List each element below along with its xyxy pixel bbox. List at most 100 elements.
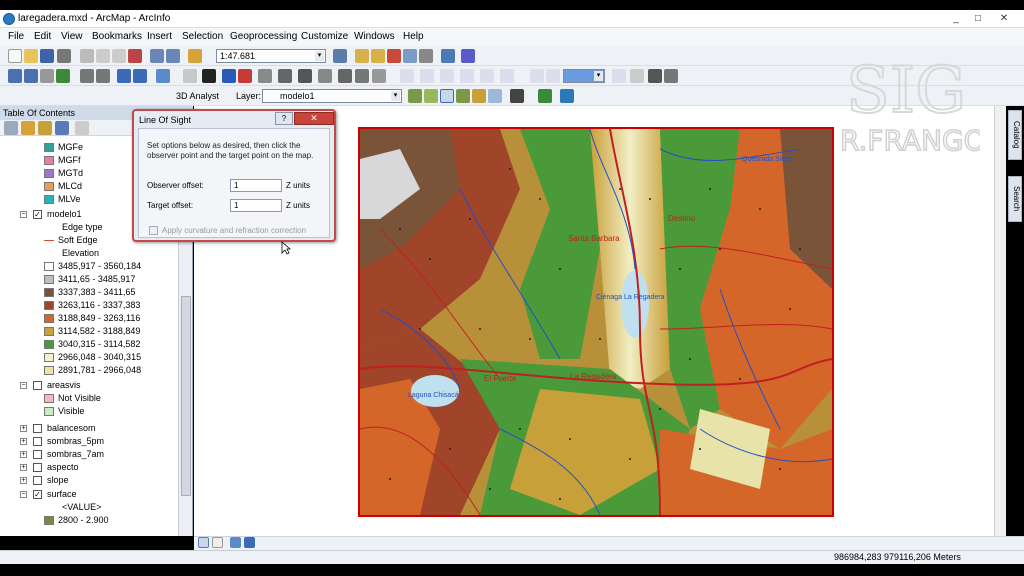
- observer-offset-input[interactable]: 1: [230, 179, 282, 192]
- layer-visibility-checkbox[interactable]: [33, 424, 42, 433]
- layout-view-icon[interactable]: [212, 537, 223, 548]
- layer-surface[interactable]: − ✓ surface: [0, 488, 178, 501]
- time-slider-icon[interactable]: [355, 69, 369, 83]
- list-by-visibility-icon[interactable]: [38, 121, 52, 135]
- interpolate-polygon-icon[interactable]: [488, 89, 502, 103]
- dialog-help-button[interactable]: ?: [275, 112, 293, 125]
- menu-view[interactable]: View: [61, 31, 83, 42]
- list-by-selection-icon[interactable]: [55, 121, 69, 135]
- find-icon[interactable]: [298, 69, 312, 83]
- minimize-button[interactable]: _: [946, 12, 966, 26]
- catalog-tab[interactable]: Catalog: [1008, 110, 1022, 160]
- layout-tool-icon[interactable]: [648, 69, 662, 83]
- forward-icon[interactable]: [133, 69, 147, 83]
- expand-toggle[interactable]: +: [20, 464, 27, 471]
- line-of-sight-icon[interactable]: [440, 89, 454, 103]
- select-features-icon[interactable]: [156, 69, 170, 83]
- open-folder-icon[interactable]: [24, 49, 38, 63]
- menu-file[interactable]: File: [8, 31, 24, 42]
- map-data-frame[interactable]: Santa Barbara Destino Quebrada Siete Cié…: [358, 127, 834, 517]
- layer-visibility-checkbox[interactable]: [33, 437, 42, 446]
- layer-combo[interactable]: modelo1 ▾: [262, 89, 402, 103]
- maximize-button[interactable]: □: [968, 12, 988, 26]
- cut-icon[interactable]: [80, 49, 94, 63]
- layer-visibility-checkbox[interactable]: ✓: [33, 210, 42, 219]
- layout-tool-icon[interactable]: [480, 69, 494, 83]
- layer-sombras-5pm[interactable]: + sombras_5pm: [0, 435, 178, 448]
- save-icon[interactable]: [40, 49, 54, 63]
- layout-tool-icon[interactable]: [630, 69, 644, 83]
- data-view-icon[interactable]: [198, 537, 209, 548]
- layout-tool-icon[interactable]: [440, 69, 454, 83]
- list-by-source-icon[interactable]: [21, 121, 35, 135]
- menu-customize[interactable]: Customize: [301, 31, 348, 42]
- zoom-out-icon[interactable]: [24, 69, 38, 83]
- select-elements-icon[interactable]: [202, 69, 216, 83]
- copy-icon[interactable]: [96, 49, 110, 63]
- html-popup-icon[interactable]: [258, 69, 272, 83]
- arctoolbox-icon[interactable]: [441, 49, 455, 63]
- menu-edit[interactable]: Edit: [34, 31, 51, 42]
- fixed-zoom-in-icon[interactable]: [80, 69, 94, 83]
- interpolate-point-icon[interactable]: [456, 89, 470, 103]
- catalog-icon[interactable]: [371, 49, 385, 63]
- contour-icon[interactable]: [408, 89, 422, 103]
- table-icon[interactable]: [355, 49, 369, 63]
- expand-toggle[interactable]: +: [20, 451, 27, 458]
- menu-insert[interactable]: Insert: [147, 31, 172, 42]
- clear-selection-icon[interactable]: [183, 69, 197, 83]
- menu-windows[interactable]: Windows: [354, 31, 395, 42]
- add-data-icon[interactable]: [188, 49, 202, 63]
- interpolate-line-icon[interactable]: [472, 89, 486, 103]
- print-icon[interactable]: [57, 49, 71, 63]
- layout-tool-icon[interactable]: [530, 69, 544, 83]
- scrollbar-thumb[interactable]: [181, 296, 191, 496]
- full-extent-icon[interactable]: [56, 69, 70, 83]
- layer-areasvis[interactable]: − areasvis: [0, 379, 178, 392]
- toolbox-icon[interactable]: [387, 49, 401, 63]
- expand-toggle[interactable]: +: [20, 425, 27, 432]
- layer-slope[interactable]: + slope: [0, 474, 178, 487]
- expand-toggle[interactable]: +: [20, 438, 27, 445]
- python-icon[interactable]: [403, 49, 417, 63]
- back-icon[interactable]: [117, 69, 131, 83]
- arcscene-icon[interactable]: [538, 89, 552, 103]
- search-tab[interactable]: Search: [1008, 176, 1022, 222]
- find-route-icon[interactable]: [318, 69, 332, 83]
- curvature-correction-checkbox[interactable]: [149, 226, 158, 235]
- fixed-zoom-out-icon[interactable]: [96, 69, 110, 83]
- color-combo[interactable]: ▾: [563, 69, 605, 83]
- layout-tool-icon[interactable]: [612, 69, 626, 83]
- go-to-xy-icon[interactable]: [338, 69, 352, 83]
- list-by-drawing-order-icon[interactable]: [4, 121, 18, 135]
- layout-tool-icon[interactable]: [400, 69, 414, 83]
- layer-visibility-checkbox[interactable]: [33, 381, 42, 390]
- layer-sombras-7am[interactable]: + sombras_7am: [0, 448, 178, 461]
- collapse-toggle[interactable]: −: [20, 491, 27, 498]
- hyperlink-icon[interactable]: [238, 69, 252, 83]
- close-button[interactable]: ✕: [994, 12, 1014, 26]
- layer-balancesom[interactable]: + balancesom: [0, 422, 178, 435]
- editor-icon[interactable]: [333, 49, 347, 63]
- menu-help[interactable]: Help: [403, 31, 424, 42]
- target-offset-input[interactable]: 1: [230, 199, 282, 212]
- steepest-path-icon[interactable]: [424, 89, 438, 103]
- help-pointer-icon[interactable]: [461, 49, 475, 63]
- dialog-close-button[interactable]: ✕: [294, 112, 334, 125]
- delete-icon[interactable]: [128, 49, 142, 63]
- new-document-icon[interactable]: [8, 49, 22, 63]
- scale-combo[interactable]: 1:47.681 ▾: [216, 49, 326, 63]
- layer-visibility-checkbox[interactable]: [33, 450, 42, 459]
- layout-tool-icon[interactable]: [664, 69, 678, 83]
- refresh-icon[interactable]: [230, 537, 241, 548]
- model-builder-icon[interactable]: [419, 49, 433, 63]
- menu-geoprocessing[interactable]: Geoprocessing: [230, 31, 297, 42]
- layout-tool-icon[interactable]: [460, 69, 474, 83]
- menu-bookmarks[interactable]: Bookmarks: [92, 31, 142, 42]
- measure-icon[interactable]: [278, 69, 292, 83]
- 3d-analyst-menu[interactable]: 3D Analyst: [176, 91, 219, 101]
- options-icon[interactable]: [75, 121, 89, 135]
- layer-visibility-checkbox[interactable]: [33, 476, 42, 485]
- viewer-window-icon[interactable]: [372, 69, 386, 83]
- identify-icon[interactable]: [222, 69, 236, 83]
